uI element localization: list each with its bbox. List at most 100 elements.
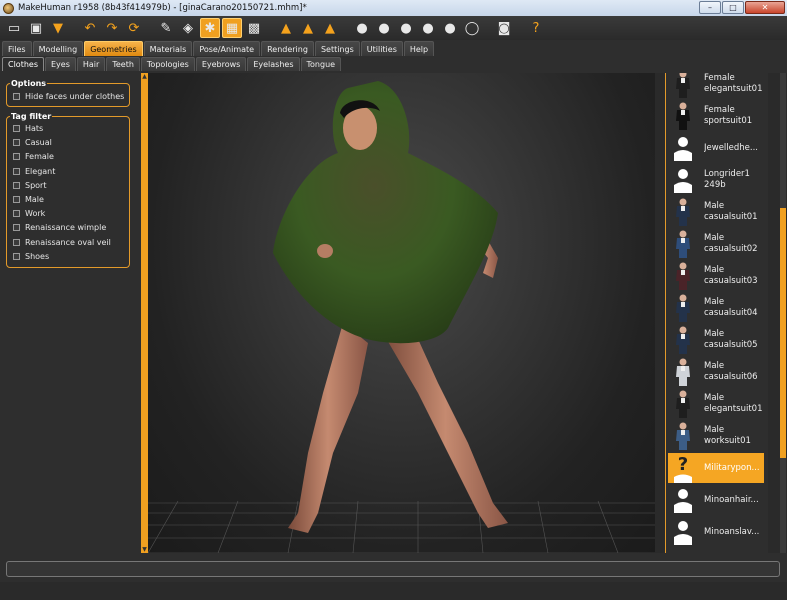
- checkbox-box[interactable]: [13, 93, 20, 100]
- clothing-thumbnail: [668, 101, 698, 131]
- clothes-item-label: Jewelledhe...: [704, 142, 758, 153]
- clothes-list-item[interactable]: Minoanhair...: [668, 485, 764, 515]
- tab-files[interactable]: Files: [2, 41, 32, 56]
- subtab-clothes[interactable]: Clothes: [2, 57, 44, 71]
- clothes-list-item[interactable]: Male casualsuit06: [668, 357, 764, 387]
- clothing-thumbnail: [668, 357, 698, 387]
- 3d-viewport[interactable]: [148, 73, 655, 553]
- screenshot-icon[interactable]: ◙: [494, 18, 514, 38]
- head-top-icon[interactable]: ●: [440, 18, 460, 38]
- subtab-eyelashes[interactable]: Eyelashes: [247, 57, 300, 71]
- grid-icon-glyph: ▦: [225, 20, 239, 36]
- tab-materials[interactable]: Materials: [143, 41, 193, 56]
- subtab-tongue[interactable]: Tongue: [300, 57, 342, 71]
- tag-filter-sport[interactable]: Sport: [13, 181, 46, 190]
- tag-filter-renaissance-oval-veil[interactable]: Renaissance oval veil: [13, 238, 111, 247]
- clothes-list-item[interactable]: Male elegantsuit01: [668, 389, 764, 419]
- checkbox-box[interactable]: [13, 224, 20, 232]
- clothes-item-label: Male elegantsuit01: [704, 393, 763, 414]
- head-left-icon[interactable]: ●: [396, 18, 416, 38]
- clothes-list-item[interactable]: Male casualsuit02: [668, 229, 764, 259]
- undo-icon[interactable]: ↶: [80, 18, 100, 38]
- grid-icon[interactable]: ▦: [222, 18, 242, 38]
- tag-filter-male[interactable]: Male: [13, 195, 44, 204]
- tag-filter-hats[interactable]: Hats: [13, 124, 43, 133]
- tag-filter-casual[interactable]: Casual: [13, 138, 52, 147]
- clothes-list-item[interactable]: Female sportsuit01: [668, 101, 764, 131]
- front-view-icon[interactable]: ▲: [276, 18, 296, 38]
- export-icon[interactable]: ▼: [48, 18, 68, 38]
- subtab-teeth[interactable]: Teeth: [106, 57, 140, 71]
- clothes-list-item[interactable]: Minoanslav...: [668, 517, 764, 547]
- clothes-list-scrollbar[interactable]: [768, 73, 787, 553]
- subtab-eyebrows[interactable]: Eyebrows: [195, 57, 247, 71]
- checkbox-box[interactable]: [13, 196, 20, 203]
- toggle-subdivision-icon[interactable]: ▭: [4, 18, 24, 38]
- head-front-icon[interactable]: ●: [352, 18, 372, 38]
- pose-icon[interactable]: ✱: [200, 18, 220, 38]
- redo-icon[interactable]: ↷: [102, 18, 122, 38]
- back-view-icon[interactable]: ▲: [298, 18, 318, 38]
- scroll-down-arrow-icon[interactable]: ▼: [141, 546, 148, 553]
- checkbox-box[interactable]: [13, 167, 20, 175]
- checkbox-box[interactable]: [13, 139, 20, 147]
- tab-modelling[interactable]: Modelling: [32, 41, 84, 56]
- tag-filter-renaissance-wimple[interactable]: Renaissance wimple: [13, 223, 106, 232]
- tag-filter-shoes[interactable]: Shoes: [13, 252, 49, 261]
- tab-pose-animate[interactable]: Pose/Animate: [193, 41, 261, 56]
- checkbox-box[interactable]: [13, 181, 20, 189]
- bottom-strip: [0, 582, 787, 600]
- save-icon[interactable]: ▣: [26, 18, 46, 38]
- tab-utilities[interactable]: Utilities: [360, 41, 403, 56]
- wireframe-icon[interactable]: ◈: [178, 18, 198, 38]
- side-view-icon[interactable]: ▲: [320, 18, 340, 38]
- close-button[interactable]: ✕: [745, 1, 785, 14]
- subtab-topologies[interactable]: Topologies: [140, 57, 195, 71]
- checkbox-box[interactable]: [13, 125, 20, 132]
- tag-filter-elegant[interactable]: Elegant: [13, 167, 55, 176]
- tag-filter-work[interactable]: Work: [13, 209, 45, 218]
- svg-text:?: ?: [678, 454, 688, 475]
- checkbox-box[interactable]: [13, 238, 20, 246]
- maximize-button[interactable]: □: [722, 1, 744, 14]
- head-right-icon[interactable]: ●: [418, 18, 438, 38]
- clothes-item-label: Longrider1 249b: [704, 169, 750, 190]
- smooth-icon[interactable]: ✎: [156, 18, 176, 38]
- title-bar: MakeHuman r1958 (8b43f414979b) - [ginaCa…: [0, 0, 787, 16]
- tab-rendering[interactable]: Rendering: [261, 41, 314, 56]
- scroll-up-arrow-icon[interactable]: ▲: [141, 73, 148, 80]
- checkbox-box[interactable]: [13, 153, 20, 161]
- clothes-list-item[interactable]: Male worksuit01: [668, 421, 764, 451]
- tab-geometries[interactable]: Geometries: [84, 41, 143, 56]
- clothing-thumbnail: [668, 389, 698, 419]
- clothes-list-item[interactable]: Longrider1 249b: [668, 165, 764, 195]
- hide-faces-checkbox[interactable]: Hide faces under clothes: [13, 92, 124, 101]
- clothes-list-item[interactable]: Male casualsuit03: [668, 261, 764, 291]
- tab-help[interactable]: Help: [403, 41, 435, 56]
- window-title: MakeHuman r1958 (8b43f414979b) - [ginaCa…: [18, 3, 307, 13]
- tag-filter-female[interactable]: Female: [13, 152, 54, 161]
- clothes-list-item[interactable]: Male casualsuit05: [668, 325, 764, 355]
- checkbox-box[interactable]: [13, 252, 20, 260]
- head-top-icon-glyph: ●: [444, 20, 456, 36]
- minimize-button[interactable]: –: [699, 1, 721, 14]
- viewport-left-scrollbar[interactable]: ▲ ▼: [141, 73, 148, 553]
- tab-settings[interactable]: Settings: [314, 41, 360, 56]
- clothes-list-item[interactable]: Jewelledhe...: [668, 133, 764, 163]
- reset-icon[interactable]: ⟳: [124, 18, 144, 38]
- clothes-list-item[interactable]: Male casualsuit01: [668, 197, 764, 227]
- scroll-thumb[interactable]: [780, 208, 786, 458]
- clothes-list-item[interactable]: ? Militarypon...: [668, 453, 764, 483]
- head-front-icon-glyph: ●: [356, 20, 368, 36]
- head-back-icon[interactable]: ●: [374, 18, 394, 38]
- app-icon: [3, 2, 14, 14]
- clothes-list-item[interactable]: Female elegantsuit01: [668, 73, 764, 99]
- subtab-eyes[interactable]: Eyes: [45, 57, 76, 71]
- checkbox-box[interactable]: [13, 210, 20, 218]
- subtab-hair[interactable]: Hair: [76, 57, 106, 71]
- background-icon[interactable]: ▩: [244, 18, 264, 38]
- clothes-list-item[interactable]: Male casualsuit04: [668, 293, 764, 323]
- reset-camera-icon[interactable]: ◯: [462, 18, 482, 38]
- clothes-item-label: Male casualsuit02: [704, 233, 758, 254]
- help-icon[interactable]: ?: [526, 18, 546, 38]
